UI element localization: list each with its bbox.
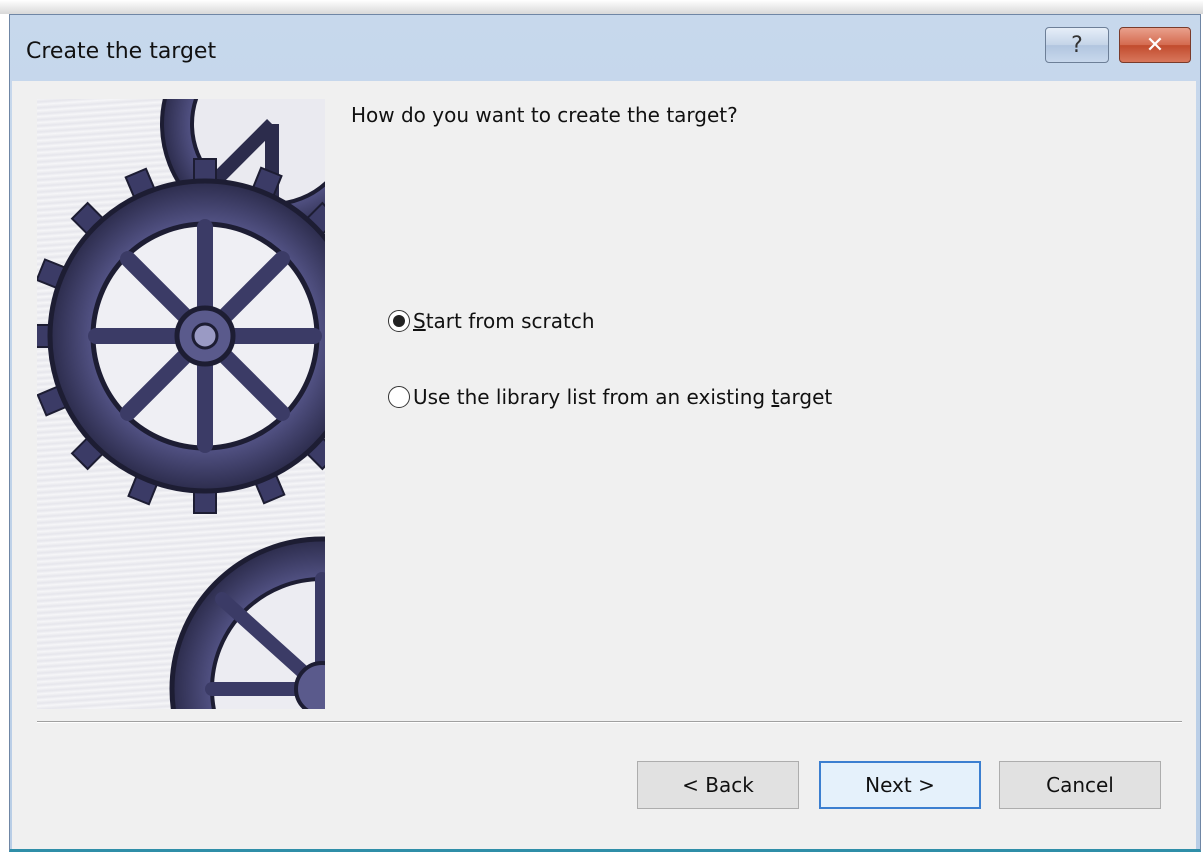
radio-selected-dot bbox=[393, 315, 405, 327]
title-bar[interactable]: Create the target ? ✕ bbox=[10, 15, 1200, 81]
cancel-button[interactable]: Cancel bbox=[999, 761, 1161, 809]
bottom-gear bbox=[169, 536, 325, 709]
dialog-client-area: How do you want to create the target? St… bbox=[12, 81, 1196, 849]
wizard-dialog: Create the target ? ✕ How do you want to… bbox=[9, 14, 1201, 852]
back-button[interactable]: < Back bbox=[637, 761, 799, 809]
question-mark-icon: ? bbox=[1071, 32, 1083, 58]
window-title: Create the target bbox=[26, 39, 217, 64]
next-button[interactable]: Next > bbox=[819, 761, 981, 809]
screen-top-strip bbox=[0, 0, 1203, 14]
use-existing-library-list-option[interactable]: Use the library list from an existing ta… bbox=[388, 385, 832, 409]
gears-illustration bbox=[37, 99, 325, 709]
gears-image bbox=[37, 99, 325, 709]
close-button[interactable]: ✕ bbox=[1119, 27, 1191, 63]
help-button[interactable]: ? bbox=[1045, 27, 1109, 63]
use-existing-library-list-radio[interactable] bbox=[388, 386, 410, 408]
question-label: How do you want to create the target? bbox=[351, 103, 738, 127]
start-from-scratch-radio[interactable] bbox=[388, 310, 410, 332]
close-x-icon: ✕ bbox=[1145, 32, 1165, 58]
start-from-scratch-option[interactable]: Start from scratch bbox=[388, 309, 595, 333]
start-from-scratch-label[interactable]: Start from scratch bbox=[413, 309, 595, 333]
main-gear bbox=[37, 158, 325, 514]
button-separator bbox=[37, 721, 1182, 723]
use-existing-library-list-label[interactable]: Use the library list from an existing ta… bbox=[413, 385, 832, 409]
